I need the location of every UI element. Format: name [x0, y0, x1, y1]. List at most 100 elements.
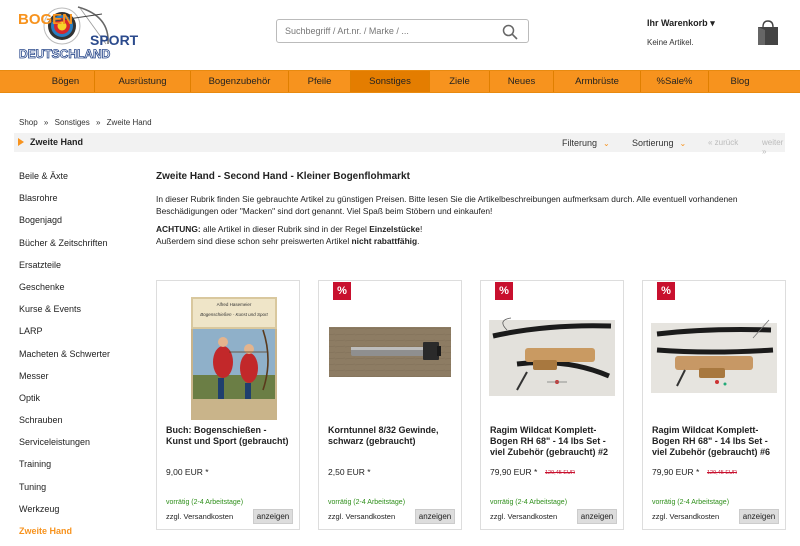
old-price: 129,45 EUR — [707, 470, 737, 476]
sidebar-item-schrauben[interactable]: Schrauben — [19, 415, 110, 437]
product-price: 9,00 EUR * — [166, 467, 209, 477]
product-card[interactable]: Alfred Hasemeier Bogenschießen - Kunst u… — [156, 280, 300, 530]
warning-bold: nicht rabattfähig — [351, 235, 418, 246]
cart-status: Keine Artikel. — [647, 38, 694, 47]
nav-neues[interactable]: Neues — [490, 71, 554, 92]
chevron-down-icon: ⌄ — [603, 139, 610, 148]
caret-down-icon: ▾ — [710, 18, 715, 28]
shipping-note[interactable]: zzgl. Versandkosten — [166, 512, 233, 521]
logo-line1: BOGEN — [18, 11, 73, 28]
chevron-down-icon: ⌄ — [679, 139, 687, 148]
sidebar-item-macheten[interactable]: Macheten & Schwerter — [19, 349, 110, 371]
sidebar-item-blasrohre[interactable]: Blasrohre — [19, 193, 110, 215]
warning-text: ACHTUNG: alle Artikel in dieser Rubrik s… — [156, 224, 786, 247]
intro-text: In dieser Rubrik finden Sie gebrauchte A… — [156, 194, 738, 216]
category-title: Zweite Hand — [18, 137, 83, 147]
sidebar-item-optik[interactable]: Optik — [19, 393, 110, 415]
recurve-bow-image — [651, 319, 777, 393]
category-description: Zweite Hand - Second Hand - Kleiner Boge… — [156, 171, 786, 247]
nav-bogenzubehoer[interactable]: Bogenzubehör — [191, 71, 289, 92]
warning-bold: Einzelstücke — [369, 224, 420, 234]
availability-status: vorrätig (2-4 Arbeitstage) — [328, 499, 406, 506]
site-logo[interactable]: BOGEN SPORT DEUTSCHLAND — [18, 4, 139, 62]
breadcrumb-sonstiges[interactable]: Sonstiges — [55, 118, 90, 127]
sidebar-item-serviceleistungen[interactable]: Serviceleistungen — [19, 437, 110, 459]
breadcrumb-separator: » — [95, 118, 101, 127]
category-title-text: Zweite Hand — [30, 137, 84, 147]
availability-status: vorrätig (2-4 Arbeitstage) — [166, 499, 244, 506]
sidebar-item-werkzeug[interactable]: Werkzeug — [19, 504, 110, 526]
product-card[interactable]: % Korntunnel 8/32 Gewinde, schwarz (gebr… — [318, 280, 462, 530]
recurve-bow-image — [489, 317, 615, 396]
sidebar-item-ersatzteile[interactable]: Ersatzteile — [19, 260, 110, 282]
sidebar-item-buecher[interactable]: Bücher & Zeitschriften — [19, 238, 110, 260]
sort-label: Sortierung — [632, 138, 674, 148]
sidebar-item-training[interactable]: Training — [19, 459, 110, 481]
search-box — [276, 19, 529, 43]
product-name[interactable]: Buch: Bogenschießen - Kunst und Sport (g… — [166, 425, 294, 447]
cart-summary[interactable]: Ihr Warenkorb ▾ Keine Artikel. — [647, 18, 715, 47]
nav-ziele[interactable]: Ziele — [430, 71, 490, 92]
sidebar-item-zweite-hand[interactable]: Zweite Hand — [19, 526, 110, 546]
book-author: Alfred Hasemeier — [217, 302, 252, 307]
cart-title-text: Ihr Warenkorb — [647, 18, 708, 28]
product-price: 2,50 EUR * — [328, 467, 371, 477]
warning-part: ! — [419, 224, 423, 234]
show-product-button[interactable]: anzeigen — [577, 509, 617, 524]
product-image[interactable]: Alfred Hasemeier Bogenschießen - Kunst u… — [163, 290, 293, 423]
shopping-bag-icon[interactable] — [757, 20, 779, 46]
cart-title[interactable]: Ihr Warenkorb ▾ — [647, 18, 715, 29]
product-card[interactable]: % Ragim Wildcat Komplett-Bogen RH 68" - … — [642, 280, 786, 530]
sidebar-item-larp[interactable]: LARP — [19, 326, 110, 348]
product-name[interactable]: Ragim Wildcat Komplett-Bogen RH 68" - 14… — [490, 425, 618, 458]
product-name[interactable]: Ragim Wildcat Komplett-Bogen RH 68" - 14… — [652, 425, 780, 458]
korntunnel-image — [329, 327, 451, 377]
triangle-right-icon — [18, 138, 24, 146]
shipping-note[interactable]: zzgl. Versandkosten — [328, 512, 395, 521]
show-product-button[interactable]: anzeigen — [253, 509, 293, 524]
filter-bar: Zweite Hand Filterung ⌄ Sortierung ⌄ « zur… — [14, 133, 785, 156]
product-name[interactable]: Korntunnel 8/32 Gewinde, schwarz (gebrau… — [328, 425, 456, 447]
nav-pfeile[interactable]: Pfeile — [289, 71, 351, 92]
sidebar-item-tuning[interactable]: Tuning — [19, 482, 110, 504]
product-image[interactable] — [487, 290, 617, 420]
header: BOGEN SPORT DEUTSCHLAND Ihr Warenkorb ▾ … — [0, 0, 800, 70]
nav-sale[interactable]: %Sale% — [641, 71, 709, 92]
show-product-button[interactable]: anzeigen — [739, 509, 779, 524]
book-cover-image: Alfred Hasemeier Bogenschießen - Kunst u… — [191, 297, 277, 423]
nav-ausruestung[interactable]: Ausrüstung — [95, 71, 191, 92]
product-card[interactable]: % Ragim Wildcat Komplett-Bogen RH 68" - … — [480, 280, 624, 530]
old-price: 129,45 EUR — [545, 470, 575, 476]
breadcrumb-current: Zweite Hand — [106, 118, 152, 127]
show-product-button[interactable]: anzeigen — [415, 509, 455, 524]
sidebar-item-kurse[interactable]: Kurse & Events — [19, 304, 110, 326]
availability-status: vorrätig (2-4 Arbeitstage) — [652, 499, 730, 506]
page-title: Zweite Hand - Second Hand - Kleiner Boge… — [156, 171, 410, 182]
sidebar-item-geschenke[interactable]: Geschenke — [19, 282, 110, 304]
nav-blog[interactable]: Blog — [709, 71, 771, 92]
shipping-note[interactable]: zzgl. Versandkosten — [652, 512, 719, 521]
book-title: Bogenschießen - Kunst und Sport — [200, 312, 268, 317]
search-input[interactable] — [277, 20, 492, 42]
nav-boegen[interactable]: Bögen — [37, 71, 95, 92]
shipping-note[interactable]: zzgl. Versandkosten — [490, 512, 557, 521]
sidebar-item-beile[interactable]: Beile & Äxte — [19, 171, 110, 193]
sidebar-item-messer[interactable]: Messer — [19, 371, 110, 393]
next-page-link: weiter » — [762, 138, 784, 156]
main-nav: Bögen Ausrüstung Bogenzubehör Pfeile Son… — [0, 70, 800, 93]
nav-sonstiges[interactable]: Sonstiges — [351, 71, 430, 92]
product-image[interactable] — [325, 290, 455, 420]
breadcrumb-shop[interactable]: Shop — [19, 118, 38, 127]
breadcrumb-separator: » — [43, 118, 49, 127]
sidebar-item-bogenjagd[interactable]: Bogenjagd — [19, 215, 110, 237]
logo-line3: DEUTSCHLAND — [19, 47, 111, 61]
search-icon[interactable] — [502, 24, 518, 40]
product-image[interactable] — [649, 290, 779, 420]
sort-dropdown[interactable]: Sortierung ⌄ — [632, 138, 686, 148]
warning-part: alle Artikel in dieser Rubrik sind in de… — [200, 224, 370, 234]
breadcrumb: Shop » Sonstiges » Zweite Hand — [19, 118, 156, 127]
warning-label: ACHTUNG: — [156, 224, 201, 234]
filter-dropdown[interactable]: Filterung ⌄ — [562, 138, 610, 148]
nav-armbrueste[interactable]: Armbrüste — [554, 71, 641, 92]
category-sidebar: Beile & Äxte Blasrohre Bogenjagd Bücher … — [19, 171, 110, 546]
